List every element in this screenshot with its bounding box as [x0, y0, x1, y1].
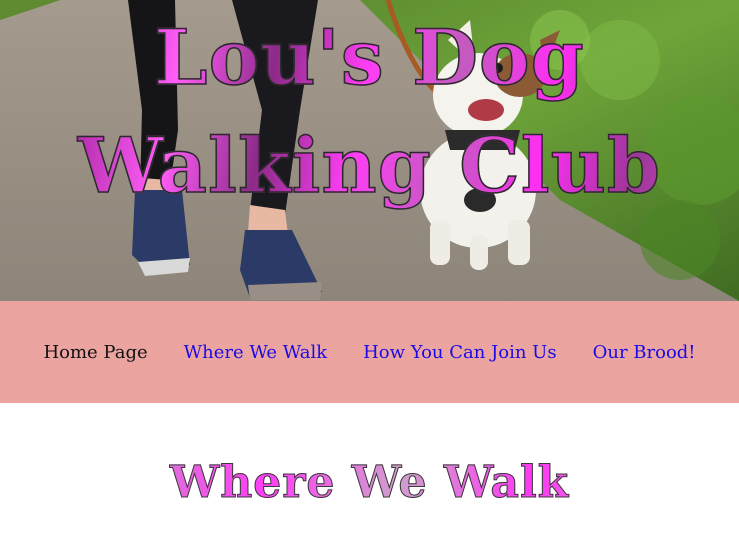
main-navigation: Home Page Where We Walk How You Can Join…: [0, 301, 739, 403]
site-title-line-2: Walking Club: [77, 120, 661, 211]
nav-link-where-we-walk[interactable]: Where We Walk: [184, 342, 327, 363]
nav-link-home-page[interactable]: Home Page: [43, 342, 147, 363]
site-title-line-1: Lou's Dog: [153, 12, 585, 103]
nav-link-our-brood[interactable]: Our Brood!: [593, 342, 696, 363]
nav-link-how-you-can-join-us[interactable]: How You Can Join Us: [363, 342, 556, 363]
hero-banner: Lou's Dog Walking Club: [0, 0, 739, 301]
section-heading: Where We Walk: [0, 455, 739, 511]
main-content: Where We Walk: [0, 403, 739, 549]
site-title: Lou's Dog Walking Club: [0, 0, 739, 301]
